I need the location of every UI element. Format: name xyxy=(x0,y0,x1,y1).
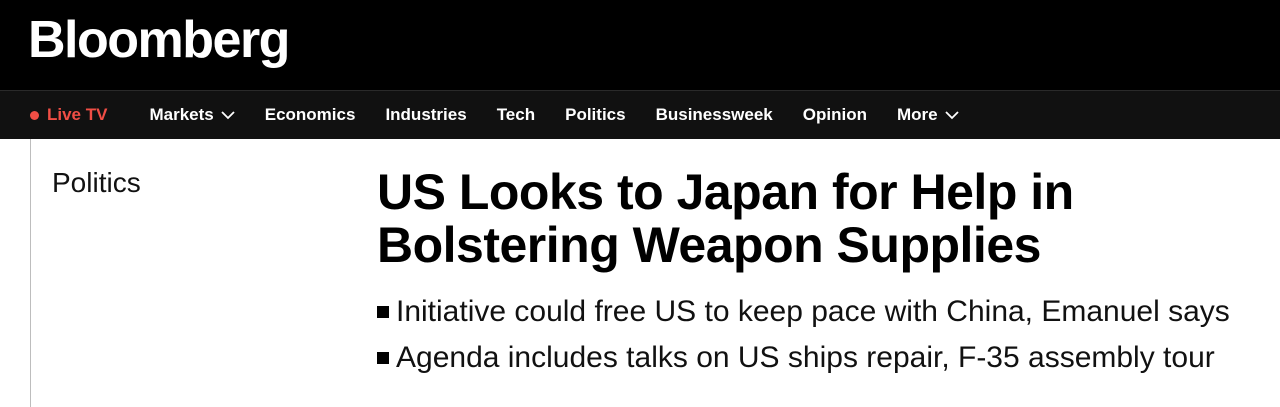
nav-item-label: Tech xyxy=(496,105,536,124)
square-bullet-icon xyxy=(377,352,389,364)
live-dot-icon xyxy=(30,110,39,120)
nav-list: Live TV Markets Economics Industries Tec… xyxy=(30,91,989,139)
nav-item-label: Economics xyxy=(264,105,356,124)
summary-item: Agenda includes talks on US ships repair… xyxy=(377,338,1267,378)
nav-item-label: Businessweek xyxy=(655,105,773,124)
summary-item: Initiative could free US to keep pace wi… xyxy=(377,292,1267,332)
nav-item-more[interactable]: More xyxy=(897,105,959,125)
nav-item-tech[interactable]: Tech xyxy=(497,105,535,125)
chevron-down-icon xyxy=(221,111,235,120)
nav-item-label: Markets xyxy=(149,105,214,124)
section-link-politics[interactable]: Politics xyxy=(52,166,141,200)
summary-text: Initiative could free US to keep pace wi… xyxy=(396,295,1230,328)
nav-item-label: Opinion xyxy=(802,105,867,124)
nav-item-label: Politics xyxy=(565,105,626,124)
article-summary: Initiative could free US to keep pace wi… xyxy=(377,292,1267,384)
top-header: Bloomberg xyxy=(0,0,1280,90)
square-bullet-icon xyxy=(377,306,389,318)
left-divider xyxy=(30,139,31,407)
nav-item-economics[interactable]: Economics xyxy=(265,105,356,125)
nav-item-label: More xyxy=(896,105,938,124)
nav-item-businessweek[interactable]: Businessweek xyxy=(656,105,773,125)
chevron-down-icon xyxy=(944,111,959,120)
summary-text: Agenda includes talks on US ships repair… xyxy=(396,341,1215,374)
nav-item-label: Industries xyxy=(385,105,467,124)
nav-item-opinion[interactable]: Opinion xyxy=(803,105,867,125)
article-headline: US Looks to Japan for Help in Bolstering… xyxy=(377,164,1074,273)
main-navigation: Live TV Markets Economics Industries Tec… xyxy=(0,90,1280,139)
nav-item-industries[interactable]: Industries xyxy=(385,105,466,125)
nav-item-live-tv[interactable]: Live TV xyxy=(30,105,107,125)
nav-item-label: Live TV xyxy=(47,105,108,124)
bloomberg-logo[interactable]: Bloomberg xyxy=(28,8,290,72)
nav-item-markets[interactable]: Markets xyxy=(149,105,235,125)
nav-item-politics[interactable]: Politics xyxy=(565,105,625,125)
